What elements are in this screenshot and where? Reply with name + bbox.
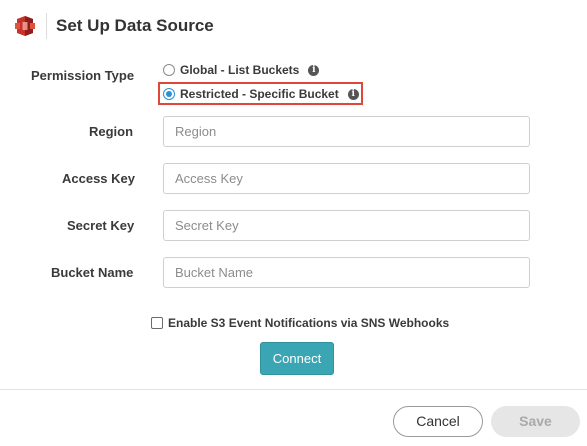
info-icon[interactable]: i <box>347 88 359 100</box>
sns-notifications-label: Enable S3 Event Notifications via SNS We… <box>168 316 450 330</box>
radio-label-global: Global - List Buckets <box>180 63 300 77</box>
permission-type-label: Permission Type <box>31 68 135 83</box>
sns-notifications-checkbox[interactable] <box>151 317 163 329</box>
region-label: Region <box>89 124 134 139</box>
dialog-header: Set Up Data Source <box>0 0 587 52</box>
aws-s3-bucket-icon <box>15 16 35 36</box>
region-input[interactable] <box>163 116 530 147</box>
bucket-name-input[interactable] <box>163 257 530 288</box>
access-key-input[interactable] <box>163 163 530 194</box>
radio-restricted-specific-bucket[interactable]: Restricted - Specific Bucket i <box>163 85 359 103</box>
footer-divider <box>0 389 587 390</box>
secret-key-label: Secret Key <box>67 218 135 233</box>
bucket-name-label: Bucket Name <box>51 265 134 280</box>
info-icon[interactable]: i <box>308 64 320 76</box>
secret-key-input[interactable] <box>163 210 530 241</box>
connect-button[interactable]: Connect <box>260 342 334 375</box>
radio-button[interactable] <box>163 64 175 76</box>
cancel-button[interactable]: Cancel <box>393 406 483 437</box>
radio-button-selected[interactable] <box>163 88 175 100</box>
radio-label-restricted: Restricted - Specific Bucket <box>180 87 339 101</box>
radio-global-list-buckets[interactable]: Global - List Buckets i <box>163 61 320 79</box>
access-key-label: Access Key <box>62 171 135 186</box>
save-button[interactable]: Save <box>491 406 580 437</box>
sns-notifications-option[interactable]: Enable S3 Event Notifications via SNS We… <box>151 315 449 331</box>
dialog-title: Set Up Data Source <box>56 16 214 35</box>
header-divider <box>46 13 47 39</box>
